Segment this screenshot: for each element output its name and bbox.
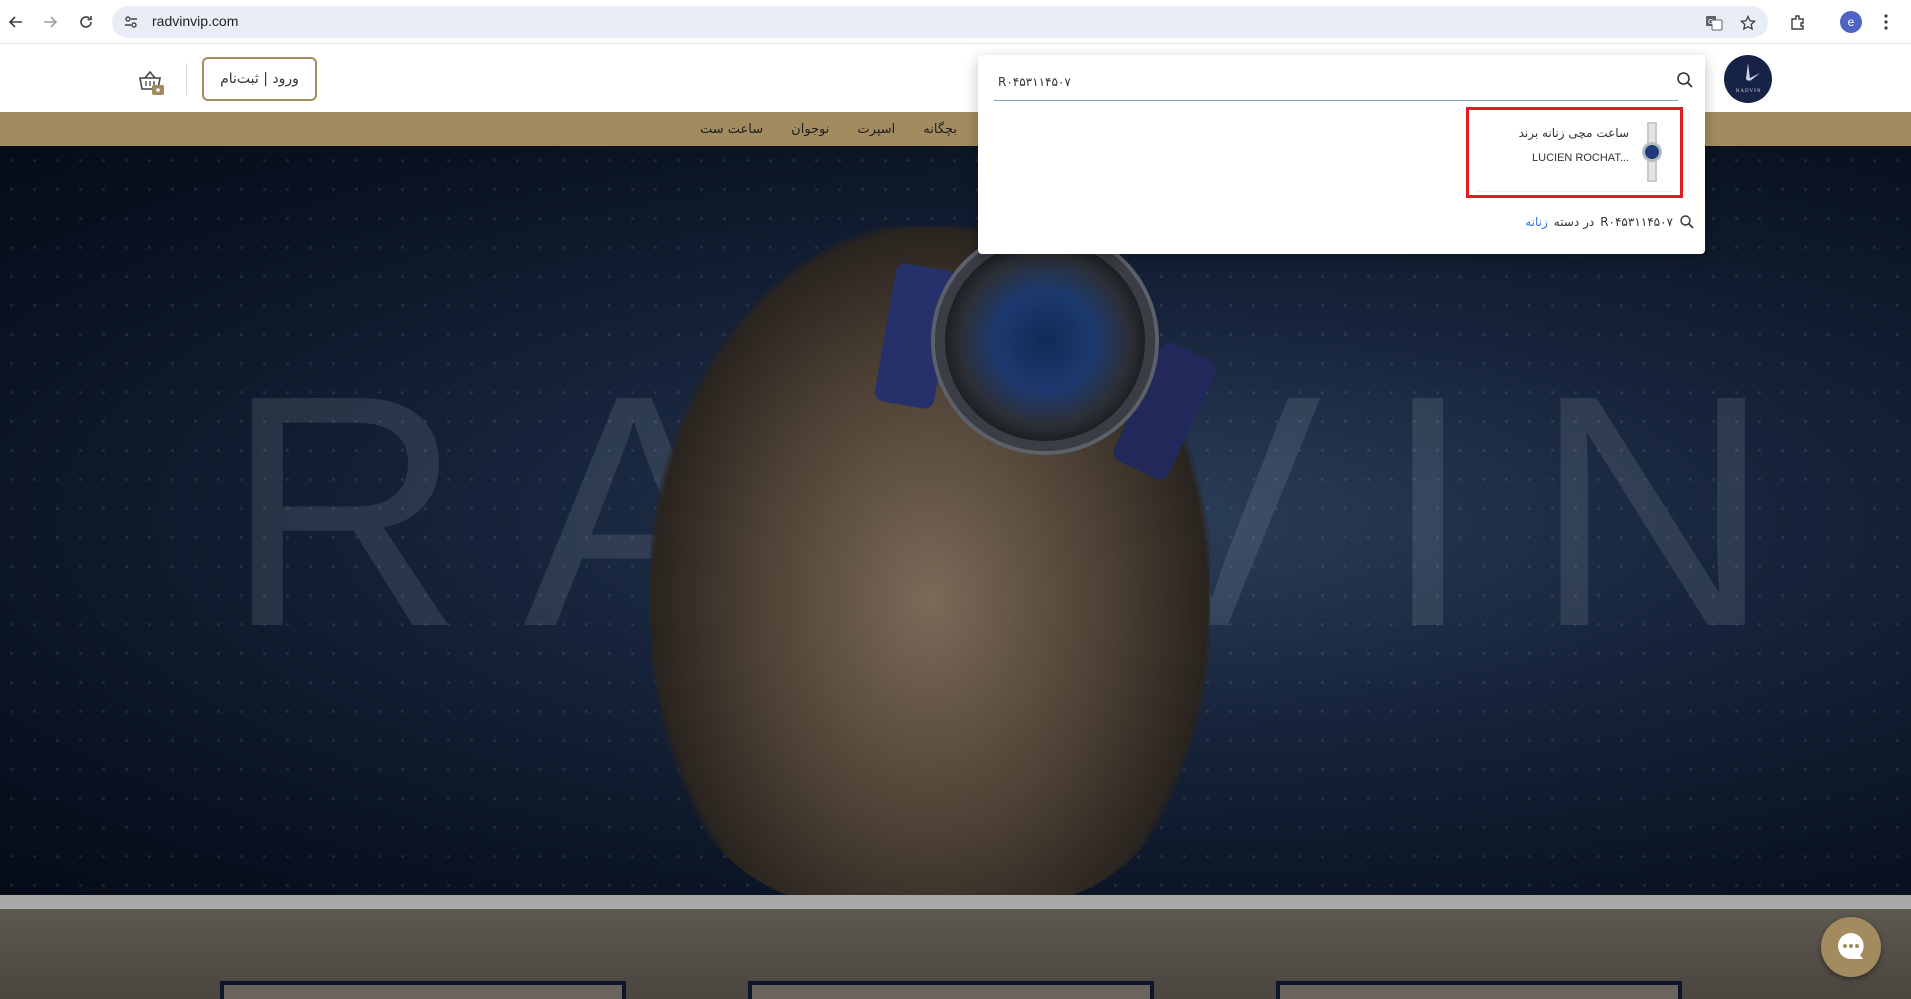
profile-avatar[interactable]: e [1840,11,1862,33]
search-icon [1680,215,1694,229]
search-icon[interactable] [1675,70,1695,90]
watch-thumbnail-icon [1642,122,1662,182]
back-arrow-icon[interactable] [4,10,28,34]
suggestion-in-label: در دسته [1553,215,1595,229]
address-bar[interactable]: radvinvip.com G [112,6,1768,38]
suggestion-category[interactable]: زنانه [1525,215,1548,229]
translate-icon[interactable]: G [1704,13,1724,33]
hero-watch-image [935,231,1155,451]
suggestion-query: R۰۴۵۳۱۱۴۵۰۷ [1600,215,1673,229]
logo-wordmark: RADVIN [1736,89,1761,94]
site-settings-icon[interactable] [122,13,140,31]
menu-item-sport[interactable]: اسپرت [857,122,895,137]
search-result-item[interactable]: ساعت مچی زنانه برند LUCIEN ROCHAT... [1466,107,1683,198]
category-section [0,895,1911,999]
search-result-body: ساعت مچی زنانه برند LUCIEN ROCHAT... [1477,114,1673,192]
search-in-category-link[interactable]: R۰۴۵۳۱۱۴۵۰۷ در دسته زنانه [1525,214,1695,230]
browser-toolbar: radvinvip.com G e [0,0,1911,44]
category-card[interactable] [220,981,626,999]
shopping-basket-icon[interactable] [136,67,166,97]
search-input[interactable] [994,63,1678,101]
url-text: radvinvip.com [152,13,239,29]
bookmark-star-icon[interactable] [1738,13,1758,33]
menu-item-kids[interactable]: بچگانه [923,122,957,137]
chat-support-button[interactable] [1821,917,1881,977]
login-register-button[interactable]: ورود | ثبت‌نام [202,57,317,101]
main-menu: ساعت ست نوجوان اسپرت بچگانه [700,112,957,146]
chat-bubble-icon [1838,933,1864,959]
search-dropdown: ساعت مچی زنانه برند LUCIEN ROCHAT... R۰۴… [978,55,1705,254]
search-result-title: ساعت مچی زنانه برند [1518,126,1629,140]
forward-arrow-icon[interactable] [38,10,62,34]
category-card[interactable] [1276,981,1682,999]
menu-item-teen[interactable]: نوجوان [791,122,829,137]
category-card[interactable] [748,981,1154,999]
extensions-icon[interactable] [1786,10,1810,34]
hero-banner: RADVIN [0,146,1911,895]
header-divider [186,63,187,95]
more-menu-icon[interactable] [1874,10,1898,34]
svg-text:G: G [1708,18,1713,26]
search-result-brand: LUCIEN ROCHAT... [1532,152,1629,164]
reload-icon[interactable] [74,10,98,34]
menu-item-couple-watch[interactable]: ساعت ست [700,122,763,137]
site-logo[interactable]: RADVIN [1724,55,1772,103]
